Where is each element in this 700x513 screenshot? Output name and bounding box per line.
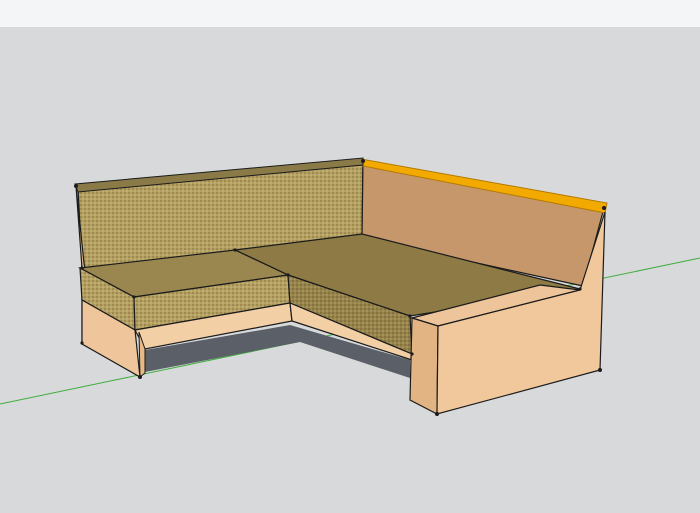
model-canvas[interactable] (0, 0, 700, 513)
armrest-front-face[interactable] (409, 317, 439, 415)
3d-viewport[interactable] (0, 0, 700, 513)
